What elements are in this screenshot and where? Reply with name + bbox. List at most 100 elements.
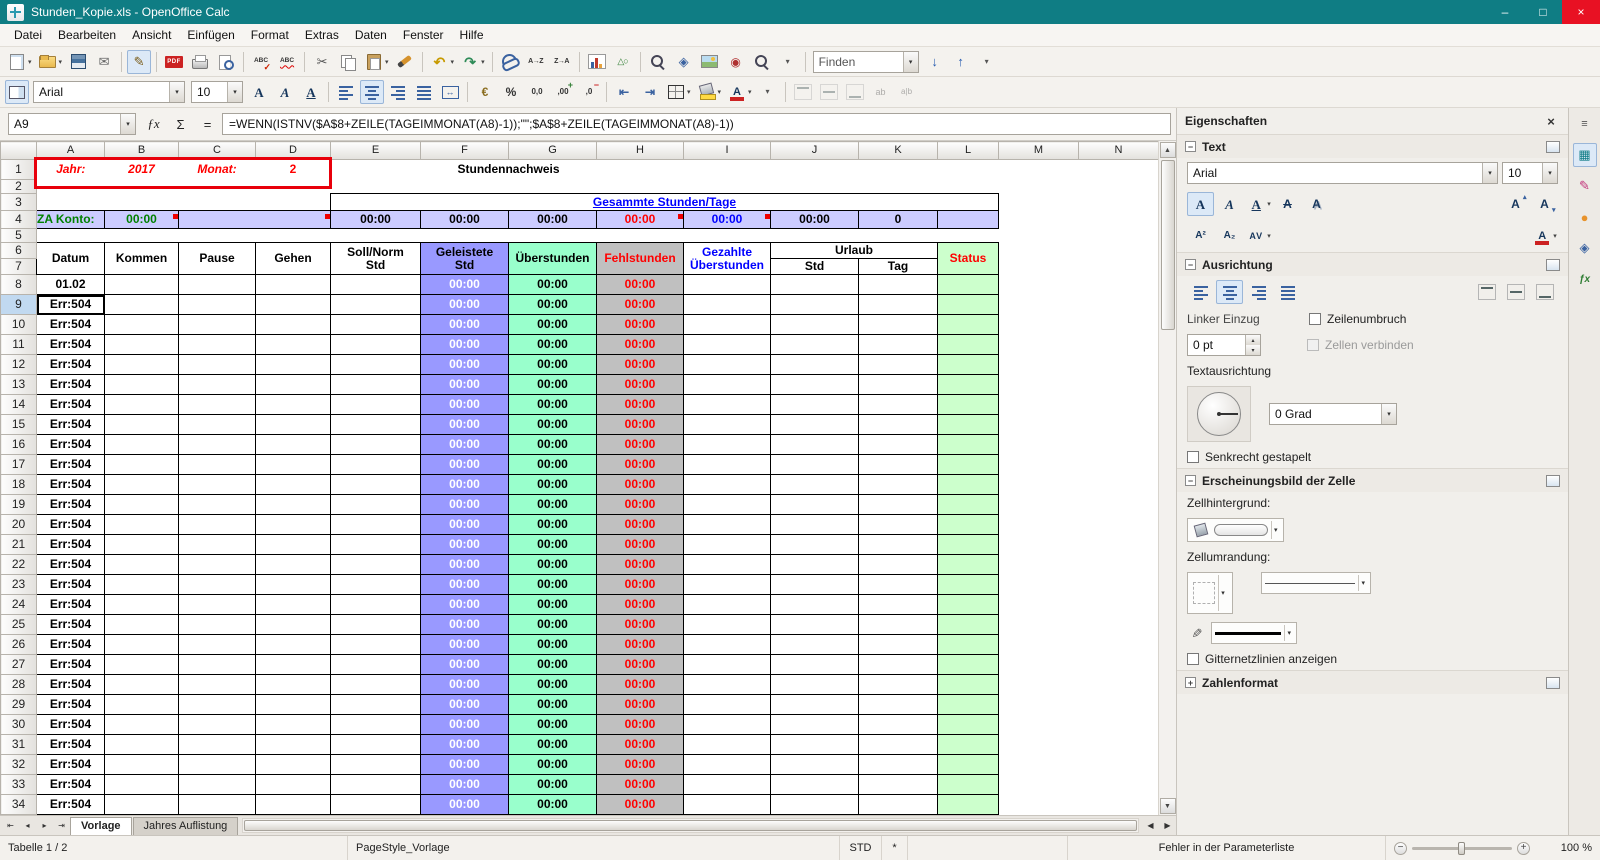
background-color-button[interactable]: ▾ [695,80,724,104]
grid-cell[interactable] [104,434,179,456]
column-header-c[interactable]: C [178,141,256,160]
grid-cell[interactable] [858,754,938,776]
grid-cell[interactable]: Err:504 [36,654,105,676]
redo-button[interactable]: ↷ ▾ [458,50,487,74]
grid-cell[interactable] [178,374,256,396]
grid-cell[interactable] [770,614,859,636]
save-button[interactable] [66,50,90,74]
dropdown-arrow-icon[interactable]: ▾ [1218,575,1227,611]
grid-cell[interactable] [770,414,859,436]
cell-summary-h[interactable]: 00:00 [596,210,684,230]
grid-cell[interactable] [104,534,179,556]
grid-cell[interactable] [999,355,1159,375]
currency-format-button[interactable]: € [473,80,497,104]
menu-bearbeiten[interactable]: Bearbeiten [50,25,124,45]
horizontal-scroll-thumb[interactable] [244,820,1137,831]
grid-cell[interactable]: 00:00 [508,794,597,815]
row-header-30[interactable]: 30 [0,714,37,736]
grid-cell[interactable] [683,694,771,716]
row-header-17[interactable]: 17 [0,454,37,476]
grid-cell[interactable]: 00:00 [596,594,684,616]
minimize-button[interactable]: – [1486,0,1524,24]
grid-cell[interactable] [178,674,256,696]
decrease-font-size-button[interactable]: A [1531,192,1558,216]
grid-cell[interactable] [858,314,938,336]
grid-cell[interactable] [770,334,859,356]
grid-cell[interactable] [858,674,938,696]
sidebar-settings-button[interactable]: ≡ [1573,112,1597,136]
find-more-button[interactable]: ▾ [975,50,999,74]
sheet-tab-jahresauflistung[interactable]: Jahres Auflistung [132,816,239,835]
grid-cell[interactable] [178,434,256,456]
grid-cell[interactable] [255,474,331,496]
grid-cell[interactable] [178,354,256,376]
grid-cell[interactable] [104,714,179,736]
grid-cell[interactable] [683,654,771,676]
align-center-button[interactable] [360,80,384,104]
grid-cell[interactable] [937,634,999,656]
grid-cell[interactable] [330,274,421,296]
undo-button[interactable]: ↶ ▾ [428,50,457,74]
grid-cell[interactable]: Err:504 [36,374,105,396]
grid-cell[interactable]: 01.02 [36,274,105,296]
grid-cell[interactable] [104,674,179,696]
grid-cell[interactable] [937,694,999,716]
grid-cell[interactable] [999,435,1159,455]
column-header-h[interactable]: H [596,141,684,160]
grid-cell[interactable] [330,474,421,496]
grid-cell[interactable] [255,494,331,516]
grid-cell[interactable] [104,614,179,636]
row-header-1[interactable]: 1 [0,159,37,180]
grid-cell[interactable] [683,674,771,696]
grid-cell[interactable] [683,354,771,376]
grid-cell[interactable] [683,614,771,636]
grid-cell[interactable] [937,474,999,496]
grid-cell[interactable] [683,454,771,476]
format-more-button[interactable]: ▾ [756,80,780,104]
grid-cell[interactable] [330,554,421,576]
grid-cell[interactable] [104,574,179,596]
vertically-stacked-checkbox[interactable]: Senkrecht gestapelt [1187,450,1311,464]
grid-cell[interactable] [937,534,999,556]
grid-cell[interactable] [770,574,859,596]
grid-cell[interactable] [37,180,1159,194]
grid-cell[interactable] [104,594,179,616]
grid-cell[interactable] [937,334,999,356]
sidebar-align-bottom-button[interactable] [1531,280,1558,304]
grid-cell[interactable] [683,714,771,736]
sidebar-strikethrough-button[interactable]: A [1274,192,1301,216]
align-left-button[interactable] [334,80,358,104]
row-header-3[interactable]: 3 [0,193,37,212]
grid-cell[interactable] [330,494,421,516]
cell-summary-i[interactable]: 00:00 [683,210,771,230]
header-gezahlte-ueberstunden[interactable]: Gezahlte Überstunden [683,242,771,276]
grid-cell[interactable] [858,334,938,356]
grid-cell[interactable] [770,734,859,756]
cell-summary-j[interactable]: 00:00 [770,210,859,230]
row-header-20[interactable]: 20 [0,514,37,536]
grid-cell[interactable] [770,474,859,496]
grid-cell[interactable] [858,634,938,656]
dropdown-arrow-icon[interactable]: ▾ [28,58,32,66]
grid-cell[interactable] [330,674,421,696]
grid-cell[interactable]: 00:00 [596,294,684,316]
font-color-button[interactable]: A ▾ [725,80,754,104]
grid-cell[interactable]: Err:504 [36,634,105,656]
last-sheet-button[interactable]: ⇥ [53,818,70,834]
grid-cell[interactable] [999,194,1159,211]
grid-cell[interactable] [330,334,421,356]
dropdown-arrow-icon[interactable]: ▾ [748,88,752,96]
grid-cell[interactable]: 00:00 [596,614,684,636]
grid-cell[interactable] [858,574,938,596]
grid-cell[interactable] [770,754,859,776]
cell-background-color-button[interactable]: ▾ [1187,518,1284,542]
grid-cell[interactable] [770,654,859,676]
sidebar-align-center-button[interactable] [1216,280,1243,304]
row-header-11[interactable]: 11 [0,334,37,356]
cell-summary-title[interactable]: Gesammte Stunden/Tage [330,193,999,212]
dropdown-arrow-icon[interactable]: ▾ [169,82,184,102]
header-fehlstunden[interactable]: Fehlstunden [596,242,684,276]
grid-cell[interactable]: Err:504 [36,694,105,716]
row-header-34[interactable]: 34 [0,794,37,815]
dropdown-arrow-icon[interactable]: ▾ [1284,625,1293,641]
